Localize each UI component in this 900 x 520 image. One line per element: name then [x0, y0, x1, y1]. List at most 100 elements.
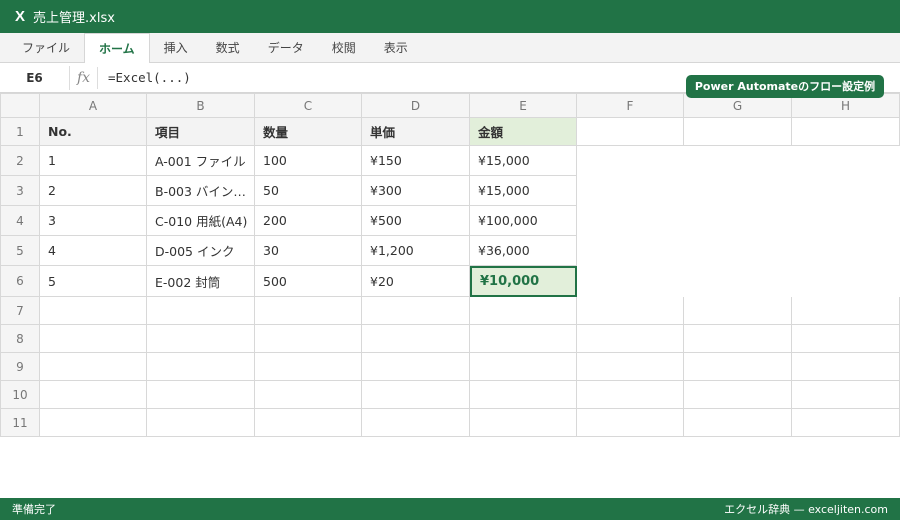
cell-h5[interactable] — [792, 236, 900, 266]
tab-home[interactable]: ホーム — [84, 33, 150, 64]
cell-e2[interactable]: ¥15,000 — [470, 146, 577, 176]
cell-g3[interactable] — [684, 176, 792, 206]
cell-e8[interactable] — [470, 325, 577, 353]
cell-b6[interactable]: E-002 封筒 — [147, 266, 255, 297]
cell-d3[interactable]: ¥300 — [362, 176, 470, 206]
cell-d9[interactable] — [362, 353, 470, 381]
cell-e7[interactable] — [470, 297, 577, 325]
cell-f10[interactable] — [577, 381, 684, 409]
cell-e5[interactable]: ¥36,000 — [470, 236, 577, 266]
cell-f9[interactable] — [577, 353, 684, 381]
cell-h8[interactable] — [792, 325, 900, 353]
formula-input[interactable]: =Excel(...) — [98, 70, 191, 85]
cell-f8[interactable] — [577, 325, 684, 353]
cell-b10[interactable] — [147, 381, 255, 409]
cell-g7[interactable] — [684, 297, 792, 325]
cell-d1[interactable]: 単価 — [362, 118, 470, 146]
row-header-2[interactable]: 2 — [0, 146, 40, 176]
cell-c2[interactable]: 100 — [255, 146, 362, 176]
tab-file[interactable]: ファイル — [8, 33, 84, 62]
cell-e11[interactable] — [470, 409, 577, 437]
cell-e4[interactable]: ¥100,000 — [470, 206, 577, 236]
row-header-11[interactable]: 11 — [0, 409, 40, 437]
cell-d7[interactable] — [362, 297, 470, 325]
cell-b4[interactable]: C-010 用紙(A4) — [147, 206, 255, 236]
cell-h10[interactable] — [792, 381, 900, 409]
cell-g10[interactable] — [684, 381, 792, 409]
cell-h1[interactable] — [792, 118, 900, 146]
row-header-9[interactable]: 9 — [0, 353, 40, 381]
cell-h6[interactable] — [792, 266, 900, 297]
row-header-8[interactable]: 8 — [0, 325, 40, 353]
cell-c3[interactable]: 50 — [255, 176, 362, 206]
row-header-6[interactable]: 6 — [0, 266, 40, 297]
cell-a2[interactable]: 1 — [40, 146, 147, 176]
cell-b7[interactable] — [147, 297, 255, 325]
cell-e1[interactable]: 金額 — [470, 118, 577, 146]
row-header-10[interactable]: 10 — [0, 381, 40, 409]
cell-b1[interactable]: 項目 — [147, 118, 255, 146]
cell-b9[interactable] — [147, 353, 255, 381]
row-header-7[interactable]: 7 — [0, 297, 40, 325]
cell-f11[interactable] — [577, 409, 684, 437]
cell-e6[interactable]: ¥10,000 — [470, 266, 577, 297]
cell-a7[interactable] — [40, 297, 147, 325]
cell-a9[interactable] — [40, 353, 147, 381]
row-header-5[interactable]: 5 — [0, 236, 40, 266]
cell-e9[interactable] — [470, 353, 577, 381]
cell-f7[interactable] — [577, 297, 684, 325]
cell-d6[interactable]: ¥20 — [362, 266, 470, 297]
cell-c6[interactable]: 500 — [255, 266, 362, 297]
cell-e10[interactable] — [470, 381, 577, 409]
cell-c8[interactable] — [255, 325, 362, 353]
cell-a8[interactable] — [40, 325, 147, 353]
cell-c11[interactable] — [255, 409, 362, 437]
cell-g2[interactable] — [684, 146, 792, 176]
cell-f1[interactable] — [577, 118, 684, 146]
cell-f5[interactable] — [577, 236, 684, 266]
column-header-e[interactable]: E — [470, 93, 577, 118]
cell-d10[interactable] — [362, 381, 470, 409]
cell-c9[interactable] — [255, 353, 362, 381]
column-header-d[interactable]: D — [362, 93, 470, 118]
cell-d5[interactable]: ¥1,200 — [362, 236, 470, 266]
column-header-f[interactable]: F — [577, 93, 684, 118]
cell-a5[interactable]: 4 — [40, 236, 147, 266]
fx-icon[interactable]: fx — [70, 66, 98, 89]
cell-c10[interactable] — [255, 381, 362, 409]
cell-g4[interactable] — [684, 206, 792, 236]
column-header-c[interactable]: C — [255, 93, 362, 118]
cell-d4[interactable]: ¥500 — [362, 206, 470, 236]
cell-b11[interactable] — [147, 409, 255, 437]
cell-b2[interactable]: A-001 ファイル — [147, 146, 255, 176]
cell-a6[interactable]: 5 — [40, 266, 147, 297]
cell-c4[interactable]: 200 — [255, 206, 362, 236]
tab-view[interactable]: 表示 — [370, 33, 422, 62]
cell-c7[interactable] — [255, 297, 362, 325]
cell-c1[interactable]: 数量 — [255, 118, 362, 146]
tab-formulas[interactable]: 数式 — [202, 33, 254, 62]
cell-h2[interactable] — [792, 146, 900, 176]
cell-c5[interactable]: 30 — [255, 236, 362, 266]
row-header-1[interactable]: 1 — [0, 118, 40, 146]
cell-e3[interactable]: ¥15,000 — [470, 176, 577, 206]
cell-f2[interactable] — [577, 146, 684, 176]
cell-b8[interactable] — [147, 325, 255, 353]
cell-a1[interactable]: No. — [40, 118, 147, 146]
tab-data[interactable]: データ — [254, 33, 318, 62]
cell-b3[interactable]: B-003 バイン… — [147, 176, 255, 206]
column-header-b[interactable]: B — [147, 93, 255, 118]
cell-h4[interactable] — [792, 206, 900, 236]
name-box[interactable]: E6 — [0, 65, 70, 90]
cell-f3[interactable] — [577, 176, 684, 206]
cell-h3[interactable] — [792, 176, 900, 206]
cell-g9[interactable] — [684, 353, 792, 381]
cell-h11[interactable] — [792, 409, 900, 437]
tab-insert[interactable]: 挿入 — [150, 33, 202, 62]
cell-g6[interactable] — [684, 266, 792, 297]
cell-h7[interactable] — [792, 297, 900, 325]
cell-h9[interactable] — [792, 353, 900, 381]
row-header-4[interactable]: 4 — [0, 206, 40, 236]
cell-d11[interactable] — [362, 409, 470, 437]
select-all-corner[interactable] — [0, 93, 40, 118]
